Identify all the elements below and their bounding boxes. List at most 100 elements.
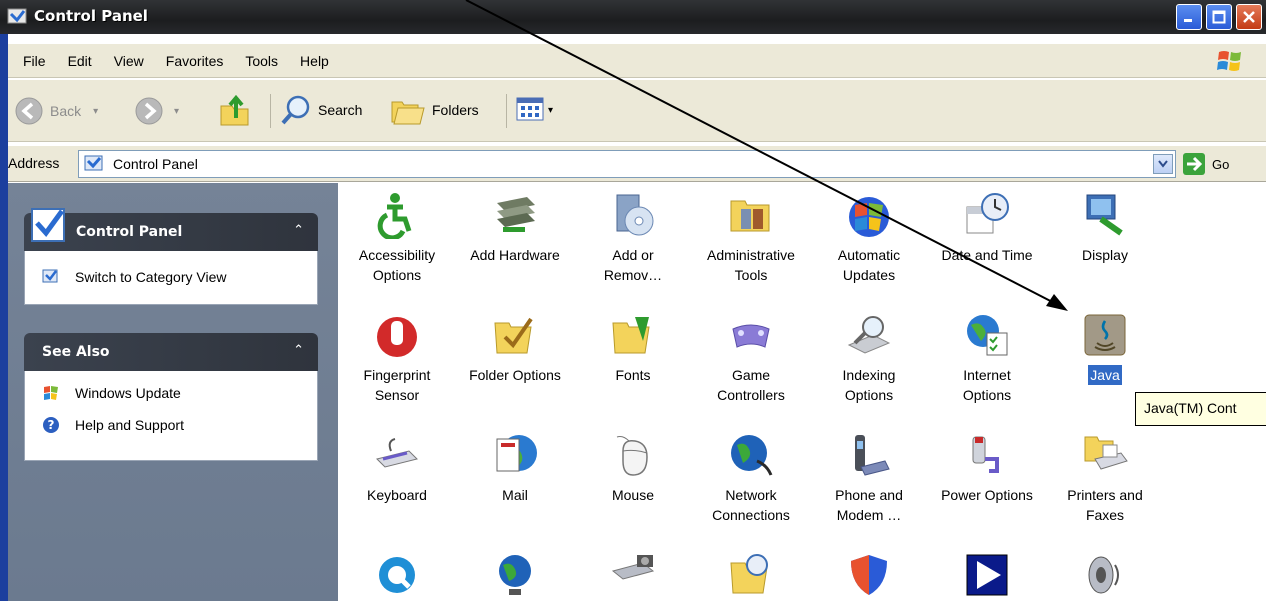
accessibility-icon	[377, 193, 412, 239]
item-label: Keyboard	[367, 487, 427, 503]
switch-to-category-view-link[interactable]: Switch to Category View	[25, 261, 317, 293]
views-button[interactable]: ▾	[516, 96, 553, 124]
scanners-cameras-item[interactable]	[574, 551, 692, 605]
internet-options-item[interactable]: Internet Options	[928, 311, 1046, 405]
globe-icon	[499, 555, 531, 595]
maximize-button[interactable]	[1206, 4, 1232, 30]
network-connections-item[interactable]: Network Connections	[692, 431, 810, 525]
chevron-down-icon	[1158, 160, 1168, 168]
menu-file[interactable]: File	[12, 53, 57, 69]
collapse-icon[interactable]: ⌃	[293, 343, 304, 358]
item-label: Network	[725, 487, 777, 503]
search-button[interactable]: Search	[280, 94, 362, 126]
quicktime-item[interactable]	[338, 551, 456, 605]
pane-title-control-panel: Control Panel	[76, 224, 183, 240]
toolbar: Back ▾ ▾ Search Folders ▾	[8, 80, 1266, 142]
media-player-item[interactable]	[928, 551, 1046, 605]
control-panel-box-body: Switch to Category View	[24, 251, 318, 305]
forward-button[interactable]: ▾	[134, 96, 179, 126]
mail-icon	[496, 435, 537, 472]
item-label: Automatic	[837, 247, 901, 263]
search-label: Search	[318, 102, 363, 118]
item-label: Administrative	[707, 247, 795, 263]
minimize-icon	[1184, 19, 1192, 22]
power-options-item[interactable]: Power Options	[928, 431, 1046, 525]
add-remove-programs-item[interactable]: Add or Remov…	[574, 191, 692, 285]
menu-tools[interactable]: Tools	[234, 53, 289, 69]
security-center-item[interactable]	[810, 551, 928, 605]
mouse-item[interactable]: Mouse	[574, 431, 692, 525]
item-label: Add or	[612, 247, 654, 263]
folders-icon	[391, 101, 425, 125]
address-value: Control Panel	[113, 156, 198, 172]
close-button[interactable]	[1236, 4, 1262, 30]
regional-options-item[interactable]	[456, 551, 574, 605]
pane-title-see-also: See Also	[42, 344, 110, 360]
views-dropdown-icon[interactable]: ▾	[548, 105, 553, 116]
add-remove-programs-icon	[616, 194, 654, 236]
control-panel-box: Control Panel ⌃ Switch to Category View	[24, 208, 318, 305]
add-hardware-icon	[497, 197, 535, 232]
views-icon	[516, 97, 544, 121]
phone-and-modem-item[interactable]: Phone and Modem …	[810, 431, 928, 525]
back-label: Back	[50, 103, 82, 119]
help-and-support-link[interactable]: ? Help and Support	[25, 409, 317, 441]
folders-button[interactable]: Folders	[390, 94, 479, 126]
item-label: Fingerprint	[363, 367, 431, 383]
indexing-options-item[interactable]: Indexing Options	[810, 311, 928, 405]
folder-options-item[interactable]: Folder Options	[456, 311, 574, 405]
menu-view[interactable]: View	[103, 53, 155, 69]
minimize-button[interactable]	[1176, 4, 1202, 30]
see-also-body: Windows Update ? Help and Support	[24, 371, 318, 461]
administrative-tools-item[interactable]: Administrative Tools	[692, 191, 810, 285]
fingerprint-sensor-item[interactable]: Fingerprint Sensor	[338, 311, 456, 405]
game-controllers-item[interactable]: Game Controllers	[692, 311, 810, 405]
date-and-time-item[interactable]: Date and Time	[928, 191, 1046, 285]
address-dropdown-button[interactable]	[1153, 154, 1173, 174]
switch-to-category-view-label: Switch to Category View	[75, 269, 227, 285]
display-item[interactable]: Display	[1046, 191, 1164, 285]
item-label: Add Hardware	[470, 247, 560, 263]
go-button[interactable]: Go	[1182, 152, 1229, 176]
fonts-item[interactable]: Fonts	[574, 311, 692, 405]
power-options-icon	[972, 436, 999, 473]
phone-modem-icon	[855, 435, 890, 476]
scanner-camera-icon	[611, 555, 655, 580]
address-field[interactable]: Control Panel	[78, 150, 1176, 178]
scheduled-tasks-item[interactable]	[692, 551, 810, 605]
windows-update-icon	[41, 383, 61, 403]
add-hardware-item[interactable]: Add Hardware	[456, 191, 574, 285]
keyboard-item[interactable]: Keyboard	[338, 431, 456, 525]
menu-edit[interactable]: Edit	[57, 53, 103, 69]
task-pane: Control Panel ⌃ Switch to Category View …	[8, 183, 338, 601]
item-label: Power Options	[941, 487, 1033, 503]
control-panel-box-header[interactable]: Control Panel ⌃	[24, 208, 318, 251]
java-item[interactable]: Java	[1046, 311, 1164, 385]
back-button[interactable]: Back ▾	[14, 96, 98, 126]
address-label: Address	[8, 155, 60, 171]
up-folder-button[interactable]	[218, 92, 252, 128]
help-and-support-label: Help and Support	[75, 417, 184, 433]
automatic-updates-item[interactable]: Automatic Updates	[810, 191, 928, 285]
java-tooltip: Java(TM) Cont	[1135, 392, 1266, 426]
menu-favorites[interactable]: Favorites	[155, 53, 235, 69]
address-bar: Address Control Panel Go	[8, 146, 1266, 182]
accessibility-options-item[interactable]: Accessibility Options	[338, 191, 456, 285]
item-label: Updates	[842, 267, 896, 283]
item-label: Accessibility	[358, 247, 436, 263]
forward-dropdown-icon[interactable]: ▾	[174, 106, 179, 117]
title-bar[interactable]: Control Panel	[0, 0, 1266, 34]
sounds-audio-item[interactable]	[1046, 551, 1164, 605]
go-arrow-icon	[1183, 153, 1205, 175]
collapse-icon[interactable]: ⌃	[293, 223, 304, 238]
menu-help[interactable]: Help	[289, 53, 340, 69]
printers-and-faxes-item[interactable]: Printers and Faxes	[1046, 431, 1164, 525]
item-label: Options	[962, 387, 1012, 403]
toolbar-separator	[270, 94, 271, 128]
mail-item[interactable]: Mail	[456, 431, 574, 525]
see-also-header[interactable]: See Also ⌃	[24, 333, 318, 371]
windows-update-link[interactable]: Windows Update	[25, 377, 317, 409]
control-panel-icon	[7, 8, 27, 24]
back-dropdown-icon[interactable]: ▾	[93, 106, 98, 117]
item-label: Internet	[963, 367, 1011, 383]
